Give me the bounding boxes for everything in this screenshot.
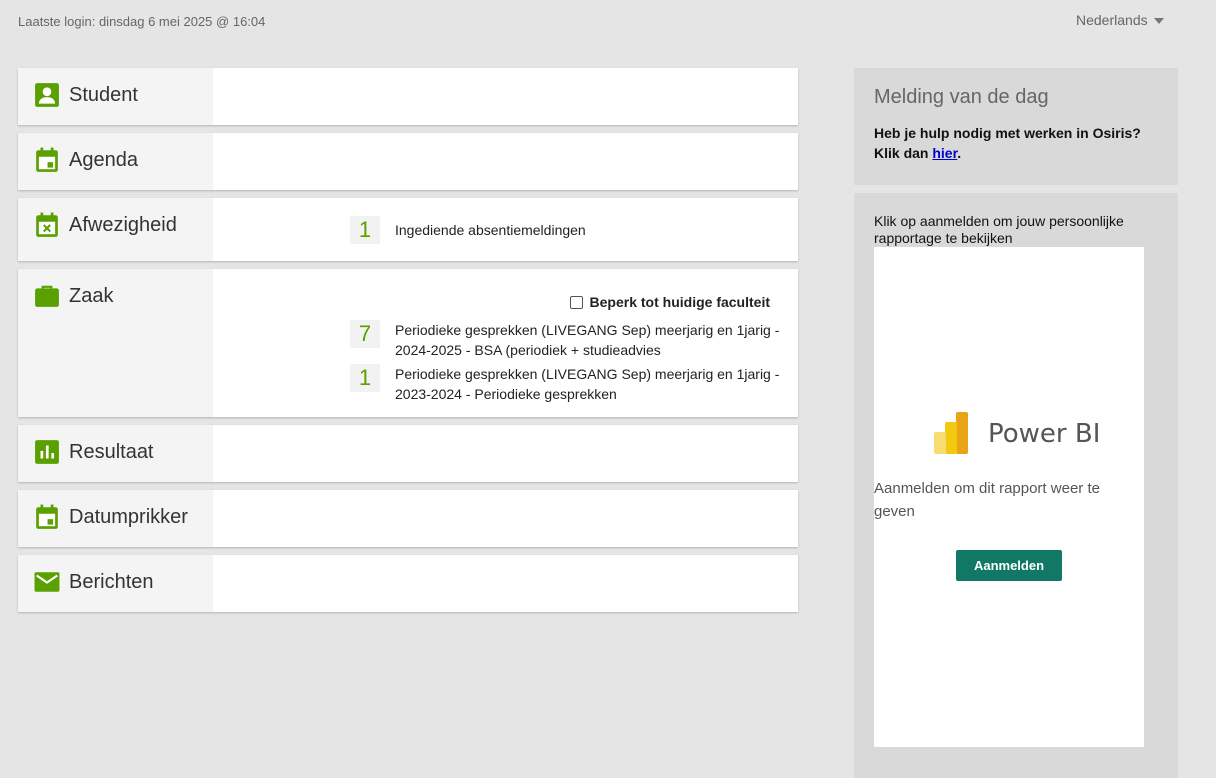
tile-zaak: Zaak Beperk tot huidige faculteit 7 Peri…	[18, 269, 798, 417]
motd-text: Heb je hulp nodig met werken in Osiris? …	[874, 123, 1158, 163]
tile-resultaat-header[interactable]: Resultaat	[18, 425, 213, 482]
tile-title: Afwezigheid	[69, 214, 177, 236]
calendar-icon	[34, 147, 60, 173]
help-link[interactable]: hier	[932, 145, 957, 161]
tile-datumprikker-body	[213, 490, 798, 547]
tile-student-header[interactable]: Student	[18, 68, 213, 125]
tile-resultaat-body	[213, 425, 798, 482]
count-label: Ingediende absentiemeldingen	[395, 222, 586, 238]
powerbi-name: Power BI	[988, 419, 1101, 449]
motd-title: Melding van de dag	[874, 86, 1049, 108]
checkbox[interactable]	[569, 295, 583, 309]
motd-prefix: Klik dan	[874, 145, 933, 161]
tile-berichten: Berichten	[18, 555, 798, 612]
report-intro: Klik op aanmelden om jouw persoonlijke r…	[874, 213, 1124, 246]
faculty-filter-checkbox[interactable]: Beperk tot huidige faculteit	[569, 294, 770, 310]
language-selector[interactable]: Nederlands	[1076, 12, 1164, 28]
motd-suffix: .	[957, 145, 962, 161]
tile-berichten-header[interactable]: Berichten	[18, 555, 213, 612]
tile-title: Datumprikker	[69, 506, 188, 528]
tile-title: Student	[69, 84, 138, 106]
tile-title: Berichten	[69, 571, 154, 593]
tiles-column: Student Agenda Afwezigheid 1 Ingediende …	[18, 68, 798, 620]
message-of-the-day: Melding van de dag Heb je hulp nodig met…	[854, 68, 1178, 185]
tile-datumprikker-header[interactable]: Datumprikker	[18, 490, 213, 547]
list-item[interactable]: 7 Periodieke gesprekken (LIVEGANG Sep) m…	[350, 320, 798, 360]
briefcase-icon	[34, 283, 60, 309]
tile-afwezigheid-header[interactable]: Afwezigheid	[18, 198, 213, 261]
tile-student-body	[213, 68, 798, 125]
powerbi-message: Aanmelden om dit rapport weer te geven	[874, 480, 1100, 520]
tile-student: Student	[18, 68, 798, 125]
last-login-text: Laatste login: dinsdag 6 mei 2025 @ 16:0…	[18, 14, 266, 29]
motd-line: Klik dan hier.	[874, 143, 1158, 163]
tile-zaak-header[interactable]: Zaak	[18, 269, 213, 417]
count-badge: 1	[350, 216, 380, 244]
list-item[interactable]: 1 Ingediende absentiemeldingen	[350, 216, 798, 244]
bar-chart-icon	[34, 439, 60, 465]
count-badge: 7	[350, 320, 380, 348]
sign-in-button[interactable]: Aanmelden	[956, 550, 1062, 581]
top-bar: Laatste login: dinsdag 6 mei 2025 @ 16:0…	[0, 0, 1216, 44]
tile-resultaat: Resultaat	[18, 425, 798, 482]
tile-berichten-body	[213, 555, 798, 612]
report-panel: Klik op aanmelden om jouw persoonlijke r…	[854, 193, 1178, 778]
tile-agenda-body	[213, 133, 798, 190]
list-item[interactable]: 1 Periodieke gesprekken (LIVEGANG Sep) m…	[350, 364, 798, 404]
sidebar: Melding van de dag Heb je hulp nodig met…	[854, 68, 1178, 778]
count-label: Periodieke gesprekken (LIVEGANG Sep) mee…	[395, 322, 780, 358]
tile-title: Zaak	[69, 285, 114, 307]
tile-zaak-body: Beperk tot huidige faculteit 7 Periodiek…	[213, 269, 798, 417]
powerbi-logo: Power BI	[934, 412, 1100, 456]
powerbi-embed: Power BI Aanmelden om dit rapport weer t…	[874, 247, 1144, 747]
person-icon	[34, 82, 60, 108]
filter-label: Beperk tot huidige faculteit	[589, 294, 770, 310]
tile-afwezigheid: Afwezigheid 1 Ingediende absentiemelding…	[18, 198, 798, 261]
tile-title: Resultaat	[69, 441, 154, 463]
tile-afwezigheid-body: 1 Ingediende absentiemeldingen	[213, 198, 798, 261]
tile-agenda-header[interactable]: Agenda	[18, 133, 213, 190]
powerbi-icon	[934, 412, 968, 454]
language-label: Nederlands	[1076, 12, 1148, 28]
motd-line: Heb je hulp nodig met werken in Osiris?	[874, 125, 1141, 141]
count-badge: 1	[350, 364, 380, 392]
tile-agenda: Agenda	[18, 133, 798, 190]
tile-title: Agenda	[69, 149, 138, 171]
tile-datumprikker: Datumprikker	[18, 490, 798, 547]
calendar-x-icon	[34, 212, 60, 238]
calendar-icon	[34, 504, 60, 530]
count-label: Periodieke gesprekken (LIVEGANG Sep) mee…	[395, 366, 780, 402]
chevron-down-icon	[1153, 18, 1164, 24]
mail-icon	[34, 569, 60, 595]
